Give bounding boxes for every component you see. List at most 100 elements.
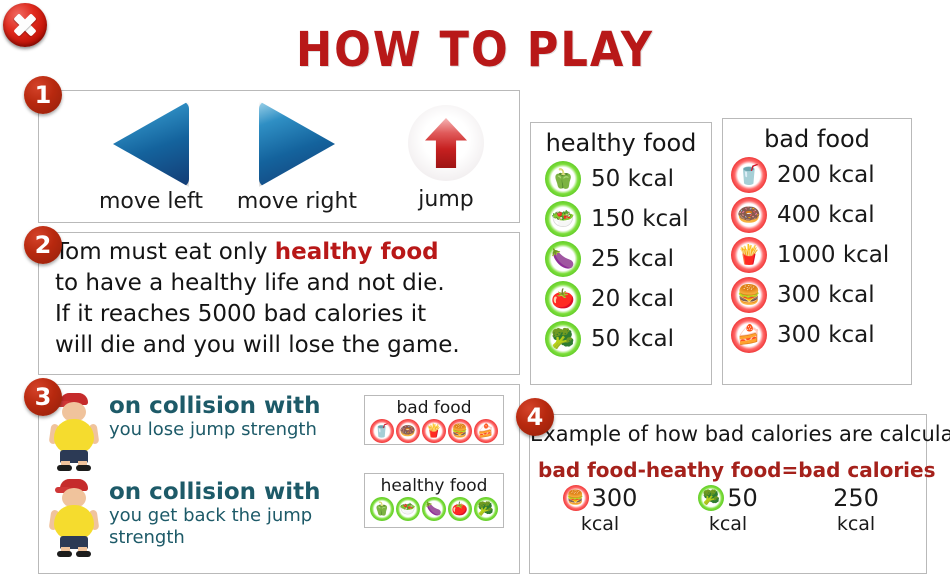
minibox-healthy-food: healthy food 🫑 🥗 🍆 🍅 🥦: [364, 473, 504, 528]
control-jump[interactable]: jump: [371, 105, 521, 212]
example-value-bad: 🍔 300 kcal: [540, 484, 660, 535]
rules-highlight-healthy-food: healthy food: [274, 239, 439, 265]
example-title: Example of how bad calories are calculat…: [530, 422, 950, 446]
collision-sub-bad: you lose jump strength: [109, 419, 317, 440]
bad-food-kcal: 200 kcal: [777, 162, 875, 188]
eggplant-icon: 🍆: [545, 241, 581, 277]
tom-sprite: [48, 479, 100, 557]
formula-term-bad-food: bad food: [538, 458, 638, 482]
example-unit-healthy: kcal: [708, 513, 748, 535]
collision-sub-healthy: you get back the jump strength: [109, 505, 313, 548]
burger-icon: 🍔: [731, 277, 767, 313]
bad-food-kcal: 300 kcal: [777, 282, 875, 308]
formula-operator-minus: -: [637, 458, 646, 482]
step-badge-3: 3: [24, 378, 62, 416]
soda-icon: 🥤: [731, 157, 767, 193]
step-badge-4: 4: [516, 398, 554, 436]
bad-food-kcal: 300 kcal: [777, 322, 875, 348]
eggplant-icon: 🍆: [422, 497, 446, 521]
healthy-food-row: 🥗 150 kcal: [531, 199, 711, 239]
bad-food-row: 🍔 300 kcal: [723, 275, 911, 315]
healthy-food-kcal: 50 kcal: [591, 166, 675, 192]
healthy-food-kcal: 25 kcal: [591, 246, 675, 272]
bad-food-panel: bad food 🥤 200 kcal 🍩 400 kcal 🍟 1000 kc…: [722, 118, 912, 385]
healthy-food-kcal: 50 kcal: [591, 326, 675, 352]
formula-operator-equals: =: [781, 458, 799, 482]
broccoli-icon: 🥦: [474, 497, 498, 521]
tomato-icon: 🍅: [545, 281, 581, 317]
salad-icon: 🥗: [545, 201, 581, 237]
healthy-food-row: 🍅 20 kcal: [531, 279, 711, 319]
how-to-play-dialog: HOW TO PLAY 1 move left move right jump …: [0, 0, 950, 586]
control-label-jump: jump: [418, 187, 474, 212]
healthy-food-panel: healthy food 🫑 50 kcal 🥗 150 kcal 🍆 25 k…: [530, 122, 712, 385]
fast-food-tray-icon: 🍟: [422, 419, 446, 443]
bad-food-row: 🥤 200 kcal: [723, 155, 911, 195]
broccoli-icon: 🥦: [698, 485, 725, 511]
formula-term-bad-calories: bad calories: [798, 458, 936, 482]
soda-icon: 🥤: [370, 419, 394, 443]
peppers-icon: 🫑: [545, 161, 581, 197]
fast-food-tray-icon: 🍟: [731, 237, 767, 273]
formula-term-healthy-food: heathy food: [645, 458, 782, 482]
rules-line-3: If it reaches 5000 bad calories it: [55, 301, 427, 327]
peppers-icon: 🫑: [370, 497, 394, 521]
minibox-bad-food-title: bad food: [396, 398, 472, 418]
healthy-food-row: 🫑 50 kcal: [531, 159, 711, 199]
example-number-group-result: 250: [796, 484, 916, 512]
rules-line-1a: Tom must eat only: [55, 239, 275, 265]
broccoli-icon: 🥦: [545, 321, 581, 357]
example-unit-result: kcal: [836, 513, 876, 535]
cake-icon: 🍰: [474, 419, 498, 443]
control-move-right[interactable]: move right: [207, 101, 387, 214]
example-number-group-bad: 🍔 300: [540, 484, 660, 512]
example-value-healthy: 🥦 50 kcal: [668, 484, 788, 535]
collision-row-healthy: on collision with you get back the jump …: [48, 479, 359, 557]
example-number-bad: 300: [591, 484, 638, 512]
collision-heading-healthy: on collision with: [109, 479, 321, 505]
minibox-bad-food-icons: 🥤 🍩 🍟 🍔 🍰: [369, 419, 499, 443]
rules-text: Tom must eat only healthy food to have a…: [39, 233, 519, 361]
bad-food-title: bad food: [764, 125, 870, 153]
burger-icon: 🍔: [562, 485, 589, 511]
example-formula: bad food - heathy food = bad calories: [530, 458, 936, 482]
donut-icon: 🍩: [731, 197, 767, 233]
collision-heading-bad: on collision with: [109, 393, 321, 419]
healthy-food-row: 🍆 25 kcal: [531, 239, 711, 279]
bad-food-kcal: 1000 kcal: [777, 242, 890, 268]
example-unit-bad: kcal: [580, 513, 620, 535]
controls-panel: move left move right jump: [38, 90, 520, 223]
healthy-food-row: 🥦 50 kcal: [531, 319, 711, 359]
rules-line-1: Tom must eat only healthy food: [55, 237, 509, 268]
minibox-healthy-food-icons: 🫑 🥗 🍆 🍅 🥦: [369, 497, 499, 521]
control-label-move-right: move right: [236, 189, 358, 214]
rules-line-4: will die and you will lose the game.: [55, 332, 460, 358]
healthy-food-title: healthy food: [545, 129, 697, 157]
step-badge-2: 2: [24, 226, 62, 264]
bad-food-row: 🍟 1000 kcal: [723, 235, 911, 275]
salad-icon: 🥗: [396, 497, 420, 521]
donut-icon: 🍩: [396, 419, 420, 443]
arrow-right-icon[interactable]: [259, 101, 335, 187]
step-badge-1: 1: [24, 76, 62, 114]
example-panel: Example of how bad calories are calculat…: [529, 414, 950, 574]
page-title: HOW TO PLAY: [296, 22, 654, 78]
example-value-result: 250 kcal: [796, 484, 916, 535]
bad-food-row: 🍰 300 kcal: [723, 315, 911, 355]
collisions-panel: on collision with you lose jump strength…: [38, 384, 520, 574]
minibox-healthy-food-title: healthy food: [380, 476, 488, 496]
healthy-food-kcal: 150 kcal: [591, 206, 689, 232]
burger-icon: 🍔: [448, 419, 472, 443]
arrow-left-icon[interactable]: [113, 101, 189, 187]
example-number-result: 250: [833, 484, 879, 512]
minibox-bad-food: bad food 🥤 🍩 🍟 🍔 🍰: [364, 395, 504, 445]
example-number-group-healthy: 🥦 50: [668, 484, 788, 512]
bad-food-row: 🍩 400 kcal: [723, 195, 911, 235]
collision-row-bad: on collision with you lose jump strength: [48, 393, 321, 471]
bad-food-kcal: 400 kcal: [777, 202, 875, 228]
cake-icon: 🍰: [731, 317, 767, 353]
tomato-icon: 🍅: [448, 497, 472, 521]
arrow-up-icon[interactable]: [408, 105, 484, 181]
example-values: 🍔 300 kcal 🥦 50 kcal 250 kcal: [530, 484, 926, 535]
rules-panel: Tom must eat only healthy food to have a…: [38, 232, 520, 375]
